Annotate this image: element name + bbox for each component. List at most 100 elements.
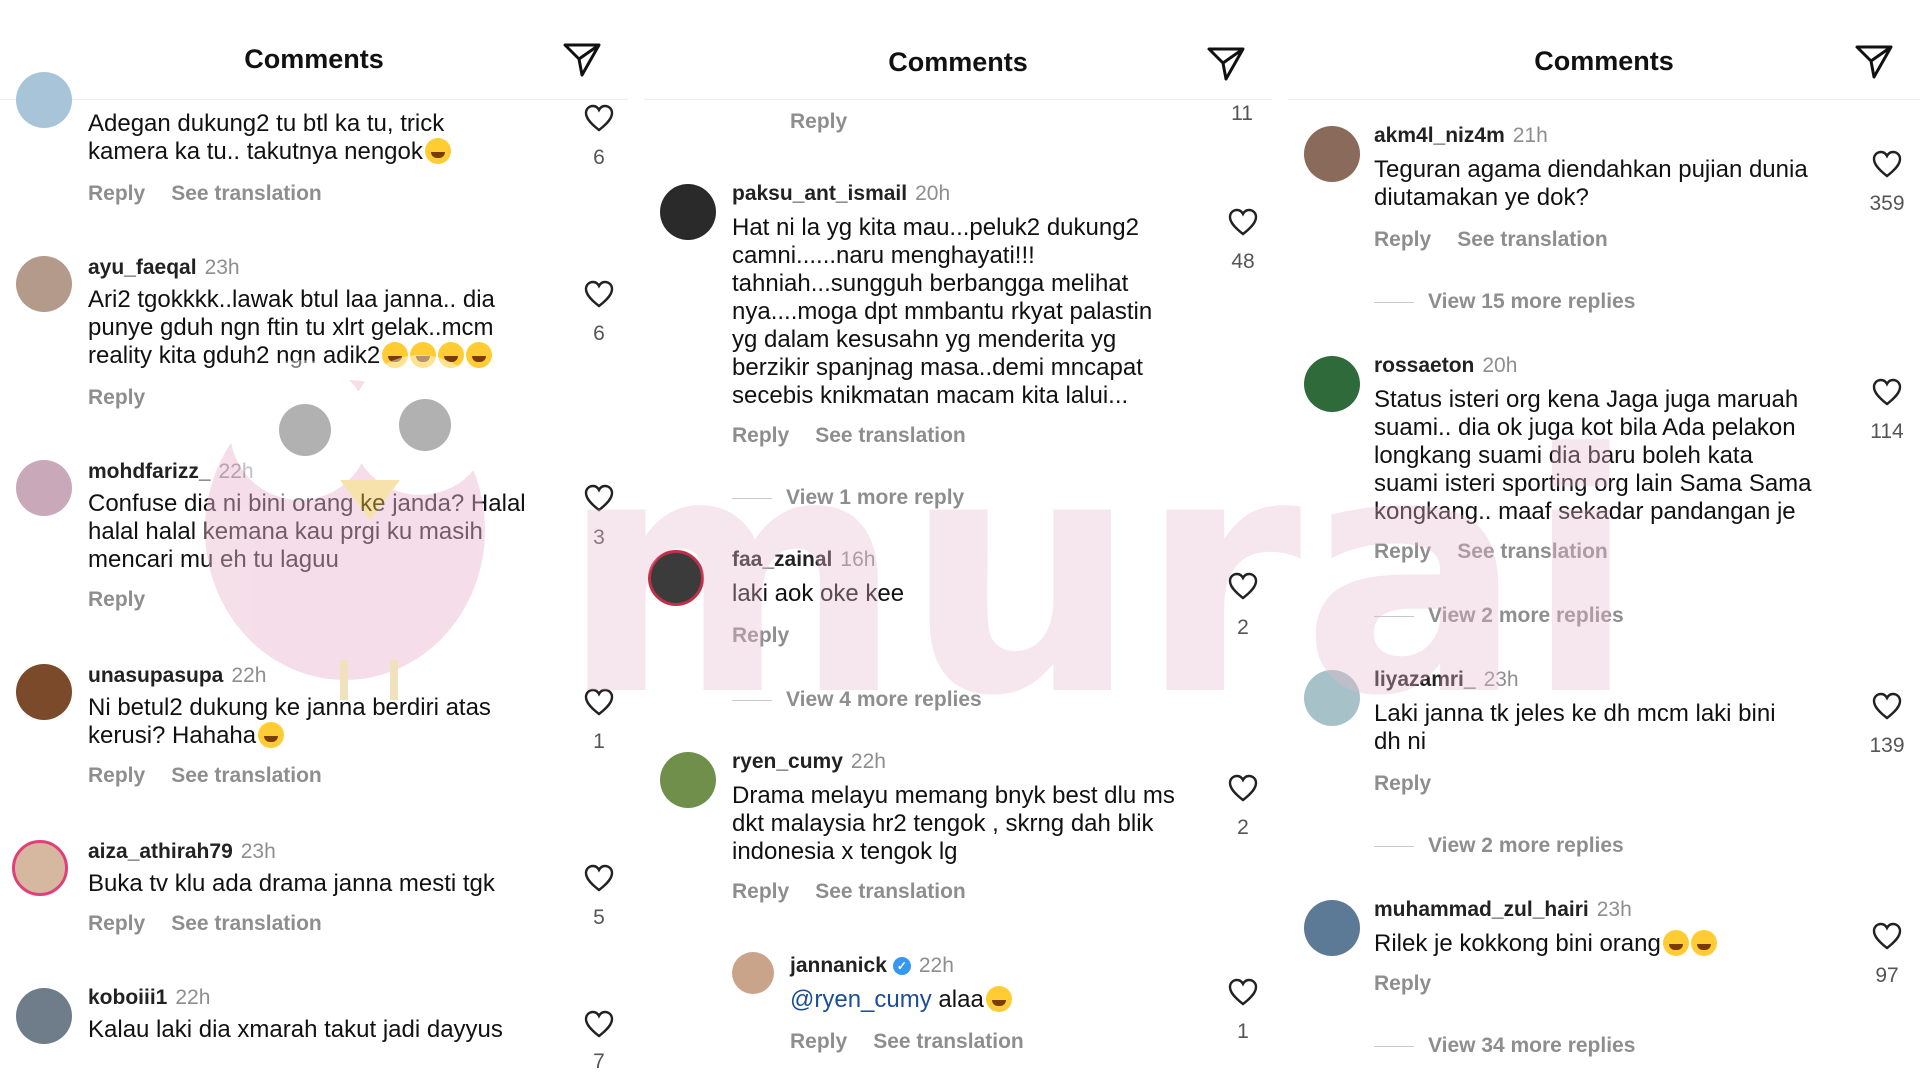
comment-username[interactable]: paksu_ant_ismail 20h: [732, 182, 950, 206]
reply-button[interactable]: Reply: [88, 182, 145, 205]
avatar[interactable]: [1304, 356, 1360, 412]
reply-button[interactable]: Reply: [1374, 972, 1431, 995]
see-translation-button[interactable]: See translation: [873, 1030, 1024, 1053]
avatar[interactable]: [660, 752, 716, 808]
view-more-replies[interactable]: View 4 more replies: [732, 688, 982, 712]
comment-actions: Reply: [1374, 972, 1431, 996]
comment-username[interactable]: ryen_cumy 22h: [732, 750, 886, 774]
panel-title: Comments: [1534, 46, 1674, 76]
comment-username[interactable]: aiza_athirah79 23h: [88, 840, 276, 864]
comment-text: laki aok oke kee: [732, 580, 905, 607]
comment-username[interactable]: unasupasupa 22h: [88, 664, 266, 688]
heart-icon[interactable]: [1872, 150, 1902, 178]
reply-button[interactable]: Reply: [790, 1030, 847, 1053]
like-count: 5: [593, 906, 605, 929]
avatar[interactable]: [12, 840, 68, 896]
like-count: 139: [1869, 734, 1905, 757]
view-more-replies[interactable]: View 2 more replies: [1374, 604, 1624, 628]
avatar[interactable]: [732, 952, 774, 994]
reply-button[interactable]: Reply: [790, 110, 847, 133]
see-translation-button[interactable]: See translation: [815, 424, 966, 447]
like-count: 2: [1237, 616, 1249, 639]
comment-username[interactable]: jannanick ✓ 22h: [790, 954, 954, 978]
comment-actions: Reply See translation: [1374, 540, 1608, 564]
comment-username[interactable]: liyazamri_ 23h: [1374, 668, 1519, 692]
send-icon[interactable]: [1206, 46, 1246, 82]
comment-text: Ni betul2 dukung ke janna berdiri atas k…: [88, 694, 491, 749]
see-translation-button[interactable]: See translation: [171, 912, 322, 935]
heart-icon[interactable]: [584, 484, 614, 512]
like-count: 2: [1237, 816, 1249, 839]
comment-text: @ryen_cumy alaa: [790, 986, 1012, 1014]
comment-actions: Reply See translation: [732, 880, 966, 904]
comment-actions: Reply: [732, 624, 789, 648]
reply-button[interactable]: Reply: [88, 764, 145, 787]
comment-username[interactable]: ayu_faeqal 23h: [88, 256, 240, 280]
reply-button[interactable]: Reply: [732, 880, 789, 903]
comments-panel-2: Comments Reply 11 paksu_ant_ismail 20h Ha…: [644, 0, 1272, 1080]
emoji-icon: [1690, 930, 1717, 956]
heart-icon[interactable]: [1228, 208, 1258, 236]
mention-link[interactable]: @ryen_cumy: [790, 986, 932, 1013]
avatar[interactable]: [648, 550, 704, 606]
heart-icon[interactable]: [1228, 774, 1258, 802]
heart-icon[interactable]: [1228, 978, 1258, 1006]
comment-username[interactable]: rossaeton 20h: [1374, 354, 1517, 378]
comment-text: Confuse dia ni bini orang ke janda? Hala…: [88, 490, 526, 573]
avatar[interactable]: [660, 184, 716, 240]
like-count: 114: [1870, 420, 1904, 443]
heart-icon[interactable]: [1872, 378, 1902, 406]
avatar[interactable]: [16, 664, 72, 720]
comment-username[interactable]: koboiii1 22h: [88, 986, 210, 1010]
reply-button[interactable]: Reply: [732, 624, 789, 647]
view-more-replies[interactable]: View 15 more replies: [1374, 290, 1635, 314]
avatar[interactable]: [16, 256, 72, 312]
emoji-icon: [258, 722, 285, 748]
emoji-icon: [382, 342, 409, 368]
comments-panel-3: Comments akm4l_niz4m 21h Teguran agama di…: [1288, 0, 1920, 1080]
heart-icon[interactable]: [1228, 572, 1258, 600]
heart-icon[interactable]: [584, 688, 614, 716]
see-translation-button[interactable]: See translation: [171, 182, 322, 205]
avatar[interactable]: [16, 72, 72, 128]
send-icon[interactable]: [562, 42, 602, 78]
view-more-replies[interactable]: View 2 more replies: [1374, 834, 1624, 858]
comment-text: Hat ni la yg kita mau...peluk2 dukung2 c…: [732, 214, 1153, 409]
heart-icon[interactable]: [1872, 922, 1902, 950]
avatar[interactable]: [16, 460, 72, 516]
heart-icon[interactable]: [584, 104, 614, 132]
comment-actions: Reply: [88, 386, 145, 410]
reply-button[interactable]: Reply: [88, 912, 145, 935]
comment-actions: Reply: [1374, 772, 1431, 796]
reply-button[interactable]: Reply: [1374, 540, 1431, 563]
comment-text: Status isteri org kena Jaga juga maruah …: [1374, 386, 1812, 525]
view-more-replies[interactable]: View 1 more reply: [732, 486, 964, 510]
see-translation-button[interactable]: See translation: [815, 880, 966, 903]
emoji-icon: [466, 342, 493, 368]
comment-username[interactable]: akm4l_niz4m 21h: [1374, 124, 1548, 148]
avatar[interactable]: [1304, 900, 1360, 956]
reply-button[interactable]: Reply: [732, 424, 789, 447]
comment-username[interactable]: muhammad_zul_hairi 23h: [1374, 898, 1632, 922]
send-icon[interactable]: [1854, 44, 1894, 80]
emoji-icon: [410, 342, 437, 368]
avatar[interactable]: [1304, 126, 1360, 182]
reply-button[interactable]: Reply: [88, 588, 145, 611]
heart-icon[interactable]: [584, 864, 614, 892]
reply-button[interactable]: Reply: [1374, 772, 1431, 795]
heart-icon[interactable]: [584, 1010, 614, 1038]
reply-button[interactable]: Reply: [1374, 228, 1431, 251]
comment-actions: Reply See translation: [732, 424, 966, 448]
avatar[interactable]: [16, 988, 72, 1044]
view-more-replies[interactable]: View 34 more replies: [1374, 1034, 1635, 1058]
see-translation-button[interactable]: See translation: [1457, 540, 1608, 563]
see-translation-button[interactable]: See translation: [171, 764, 322, 787]
comment-username[interactable]: mohdfarizz_ 22h: [88, 460, 254, 484]
heart-icon[interactable]: [584, 280, 614, 308]
see-translation-button[interactable]: See translation: [1457, 228, 1608, 251]
comments-panel-1: Comments Adegan dukung2 tu btl ka tu, tr…: [0, 0, 628, 1080]
heart-icon[interactable]: [1872, 692, 1902, 720]
avatar[interactable]: [1304, 670, 1360, 726]
reply-button[interactable]: Reply: [88, 386, 145, 409]
comment-username[interactable]: faa_zainal 16h: [732, 548, 875, 572]
